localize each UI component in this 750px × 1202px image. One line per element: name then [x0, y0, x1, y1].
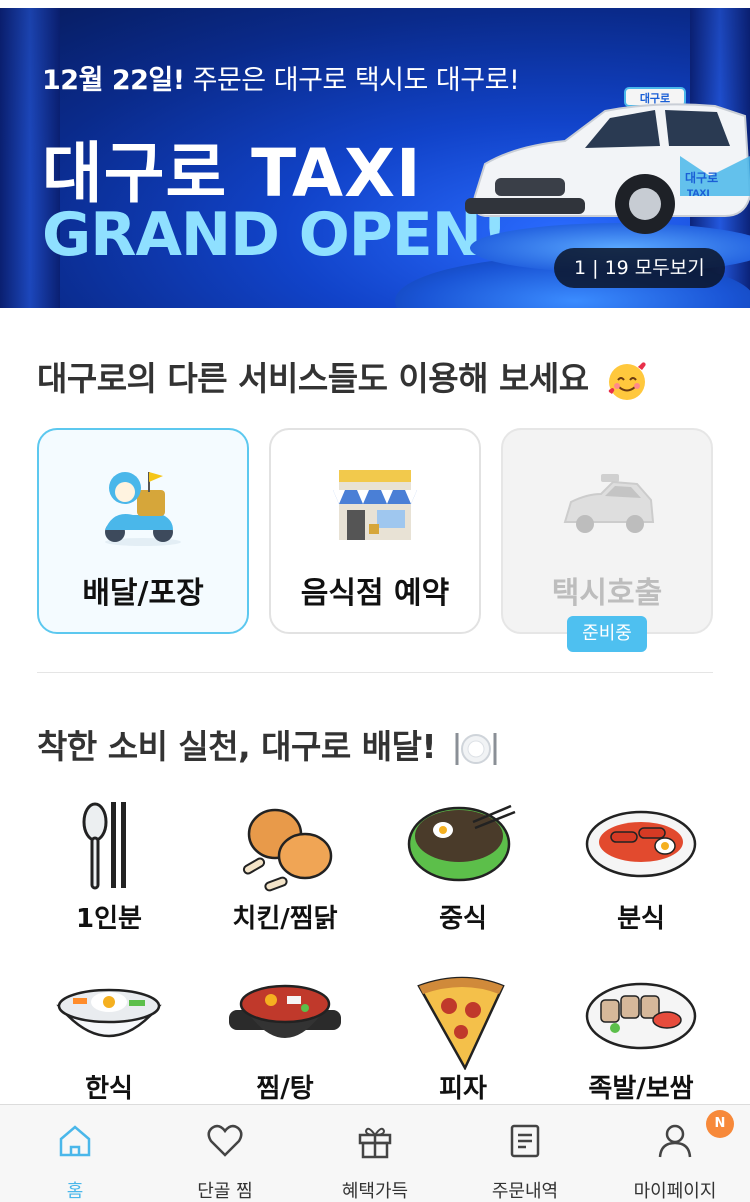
category-stew[interactable]: 찜/탕 [197, 970, 373, 1120]
smiling-face-with-hearts-icon [608, 361, 646, 400]
category-label: 중식 [439, 904, 487, 934]
category-label: 1인분 [76, 904, 142, 934]
nav-label: 단골 찜 [197, 1181, 253, 1202]
category-label: 치킨/찜닭 [232, 904, 338, 934]
promo-banner[interactable]: 12월 22일! 주문은 대구로 택시도 대구로! 대구로 TAXI GRAND… [0, 8, 750, 308]
gift-icon [358, 1127, 392, 1159]
category-label: 피자 [439, 1074, 487, 1104]
category-pork[interactable]: 족발/보쌈 [553, 970, 729, 1120]
service-card-label: 배달/포장 [82, 576, 204, 611]
nav-orders[interactable]: 주문내역 [450, 1105, 600, 1202]
nav-label: 혜택가득 [341, 1181, 409, 1202]
spoon-chopsticks-icon [82, 802, 126, 890]
category-label: 분식 [617, 904, 665, 934]
service-card-delivery[interactable]: 배달/포장 [37, 428, 249, 634]
nav-home[interactable]: 홈 [0, 1105, 150, 1202]
services-heading: 대구로의 다른 서비스들도 이용해 보세요 [37, 352, 648, 402]
banner-title-grand-open: GRAND OPEN! [42, 200, 508, 270]
nav-label: 마이페이지 [633, 1181, 717, 1202]
category-chicken[interactable]: 치킨/찜닭 [197, 800, 373, 950]
category-label: 족발/보쌈 [588, 1074, 694, 1104]
taxi-car-icon [563, 474, 655, 533]
category-pizza[interactable]: 피자 [375, 970, 551, 1120]
pizza-icon [417, 976, 505, 1070]
person-icon [658, 1124, 692, 1158]
taxi-roof-sign: 대구로 [640, 91, 670, 105]
jajangmyeon-icon [407, 804, 516, 882]
service-card-label: 음식점 예약 [300, 576, 450, 611]
category-korean[interactable]: 한식 [21, 970, 197, 1120]
home-icon [59, 1125, 91, 1157]
section-divider [37, 672, 713, 673]
coming-soon-badge: 준비중 [567, 616, 647, 652]
category-label: 한식 [85, 1074, 133, 1104]
category-snack[interactable]: 분식 [553, 800, 729, 950]
nav-label: 주문내역 [491, 1181, 559, 1202]
bossam-icon [585, 982, 697, 1050]
service-card-reservation[interactable]: 음식점 예약 [269, 428, 481, 634]
banner-counter-view-all[interactable]: 1 | 19 모두보기 [554, 248, 725, 288]
banner-subtitle: 12월 22일! 주문은 대구로 택시도 대구로! [42, 65, 520, 96]
category-label: 찜/탕 [256, 1074, 314, 1104]
chicken-icon [242, 808, 333, 892]
bibimbap-icon [56, 988, 162, 1038]
category-chinese[interactable]: 중식 [375, 800, 551, 950]
taxi-door-sub: TAXI [687, 189, 710, 199]
nav-benefits[interactable]: 혜택가득 [300, 1105, 450, 1202]
fork-plate-knife-icon [455, 732, 497, 765]
receipt-icon [510, 1124, 540, 1158]
taxi-illustration: 대구로 대구로 TAXI [465, 87, 750, 234]
nav-favorites[interactable]: 단골 찜 [150, 1105, 300, 1202]
heart-icon [207, 1124, 243, 1157]
stew-pot-icon [229, 984, 341, 1038]
taxi-door-logo: 대구로 [685, 171, 718, 185]
service-card-taxi[interactable]: 택시호출 [501, 428, 713, 634]
tteokbokki-icon [585, 810, 697, 878]
delivery-heading: 착한 소비 실천, 대구로 배달! [37, 720, 499, 769]
bottom-nav: 홈 단골 찜 혜택가득 주문내역 마이페이지 [0, 1104, 750, 1202]
new-badge: N [706, 1110, 734, 1138]
nav-label: 홈 [66, 1181, 84, 1202]
restaurant-store-icon [333, 470, 417, 540]
category-single-serving[interactable]: 1인분 [21, 800, 197, 950]
service-card-label: 택시호출 [551, 576, 663, 611]
delivery-scooter-icon [105, 472, 181, 546]
